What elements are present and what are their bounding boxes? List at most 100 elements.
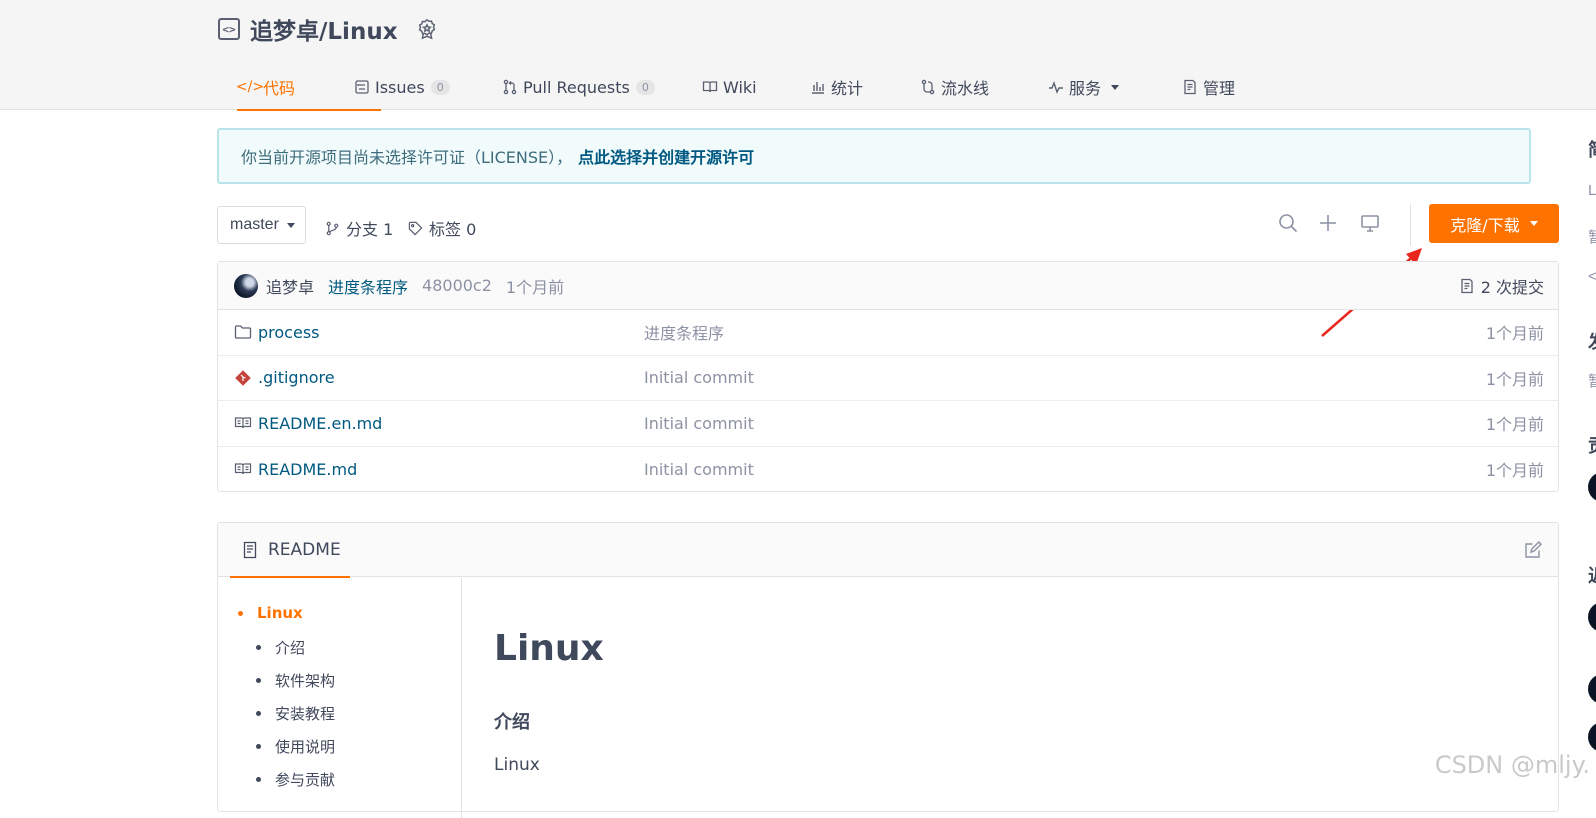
license-notice-text: 你当前开源项目尚未选择许可证（LICENSE）， [241,144,572,168]
file-name[interactable]: README.md [258,460,357,479]
add-file-icon[interactable] [1317,212,1339,234]
web-ide-icon[interactable] [1359,212,1381,234]
readme-toc: Linux 介绍 软件架构 安装教程 使用说明 参与贡献 [218,578,462,818]
file-time: 1个月前 [1486,457,1544,481]
table-row[interactable]: .gitignore Initial commit 1个月前 [218,356,1558,402]
create-license-link[interactable]: 点此选择并创建开源许可 [578,144,754,168]
bullet-icon [256,711,261,716]
commit-time: 1个月前 [506,274,564,298]
toc-item[interactable]: Linux [238,604,303,622]
file-name[interactable]: .gitignore [258,368,335,387]
clone-download-button[interactable]: 克隆/下载 [1429,204,1559,243]
commit-count-link[interactable]: 2 次提交 [1459,274,1544,298]
toc-item[interactable]: 使用说明 [256,736,335,757]
chevron-down-icon [287,223,295,228]
file-commit-message[interactable]: Initial commit [644,460,754,479]
search-icon[interactable] [1277,212,1299,234]
avatar[interactable] [1588,602,1596,632]
file-commit-message[interactable]: Initial commit [644,368,754,387]
readme-paragraph: Linux [494,755,540,775]
sidebar-text: 暂 [1588,370,1596,391]
repo-tabs: </> 代码 Issues 0 Pull Requests 0 Wiki 统计 … [217,64,1271,110]
tab-wiki[interactable]: Wiki [701,64,809,110]
file-name[interactable]: README.en.md [258,414,382,433]
pipeline-icon [919,79,937,95]
commit-author[interactable]: 追梦卓 [266,274,314,298]
tab-pull-requests[interactable]: Pull Requests 0 [501,64,701,110]
bullet-icon [238,611,243,616]
tag-icon [408,221,423,236]
chevron-down-icon [1111,85,1119,90]
branches-link[interactable]: 分支 1 [325,216,393,240]
sidebar-heading: 简 [1588,136,1596,162]
toc-item[interactable]: 参与贡献 [256,769,335,790]
branch-select[interactable]: master [217,206,306,244]
repo-title[interactable]: 追梦卓/Linux [250,12,398,46]
tab-code[interactable]: </> 代码 [241,64,353,110]
avatar[interactable] [1588,472,1596,502]
file-commit-message[interactable]: 进度条程序 [644,320,724,344]
chevron-down-icon [1530,221,1538,226]
readme-book-icon [234,414,252,432]
readme-header: README [218,523,1558,577]
commits-icon [1459,278,1475,294]
repo-code-icon: <> [218,18,240,40]
sidebar-text: < [1588,268,1596,285]
pull-request-icon [501,79,519,95]
bullet-icon [256,678,261,683]
avatar[interactable] [1588,674,1596,704]
table-row[interactable]: README.en.md Initial commit 1个月前 [218,401,1558,447]
sidebar-heading: 贡 [1588,432,1596,458]
folder-icon [234,323,252,341]
file-time: 1个月前 [1486,366,1544,390]
license-notice: 你当前开源项目尚未选择许可证（LICENSE）， 点此选择并创建开源许可 [217,128,1531,184]
edit-icon[interactable] [1524,541,1542,559]
readme-subheading: 介绍 [494,708,530,734]
tab-manage[interactable]: 管理 [1181,64,1271,110]
service-icon [1047,79,1065,95]
sidebar-heading: 近 [1588,562,1596,588]
issues-icon [353,79,371,95]
git-icon [234,369,252,387]
toc-item[interactable]: 介绍 [256,637,305,658]
file-time: 1个月前 [1486,411,1544,435]
stats-icon [809,79,827,95]
table-row[interactable]: README.md Initial commit 1个月前 [218,447,1558,493]
file-commit-message[interactable]: Initial commit [644,414,754,433]
sidebar-text: L [1588,182,1596,199]
toc-item[interactable]: 安装教程 [256,703,335,724]
bullet-icon [256,645,261,650]
tab-service[interactable]: 服务 [1047,64,1181,110]
file-name[interactable]: process [258,323,319,342]
toc-item[interactable]: 软件架构 [256,670,335,691]
commit-message[interactable]: 进度条程序 [328,274,408,298]
readme-book-icon [234,460,252,478]
tab-readme[interactable]: README [230,523,350,577]
award-badge-icon[interactable] [416,18,438,40]
file-time: 1个月前 [1486,320,1544,344]
readme-panel: README Linux 介绍 软件架构 安装教程 使用说明 参与贡献 Linu… [217,522,1559,812]
issues-count: 0 [431,80,450,95]
tab-issues[interactable]: Issues 0 [353,64,501,110]
readme-heading: Linux [494,628,604,669]
branch-select-value: master [230,216,279,234]
file-table: 追梦卓 进度条程序 48000c2 1个月前 2 次提交 process 进度条… [217,261,1559,492]
right-sidebar-clipped: 简 L 暂 < 发 暂 贡 近 [1588,0,1596,801]
commit-hash[interactable]: 48000c2 [422,276,492,295]
watermark: CSDN @mljy. [1435,751,1590,779]
pull-requests-count: 0 [636,80,655,95]
branch-icon [325,221,340,236]
avatar[interactable] [1588,722,1596,752]
avatar[interactable] [234,274,258,298]
latest-commit-row: 追梦卓 进度条程序 48000c2 1个月前 2 次提交 [218,262,1558,310]
readme-doc-icon [242,541,258,559]
manage-icon [1181,79,1199,95]
repo-title-row: <> 追梦卓/Linux [218,14,438,44]
tab-stats[interactable]: 统计 [809,64,919,110]
bullet-icon [256,744,261,749]
wiki-icon [701,79,719,95]
tags-link[interactable]: 标签 0 [408,216,476,240]
table-row[interactable]: process 进度条程序 1个月前 [218,310,1558,356]
tab-pipeline[interactable]: 流水线 [919,64,1047,110]
bullet-icon [256,777,261,782]
